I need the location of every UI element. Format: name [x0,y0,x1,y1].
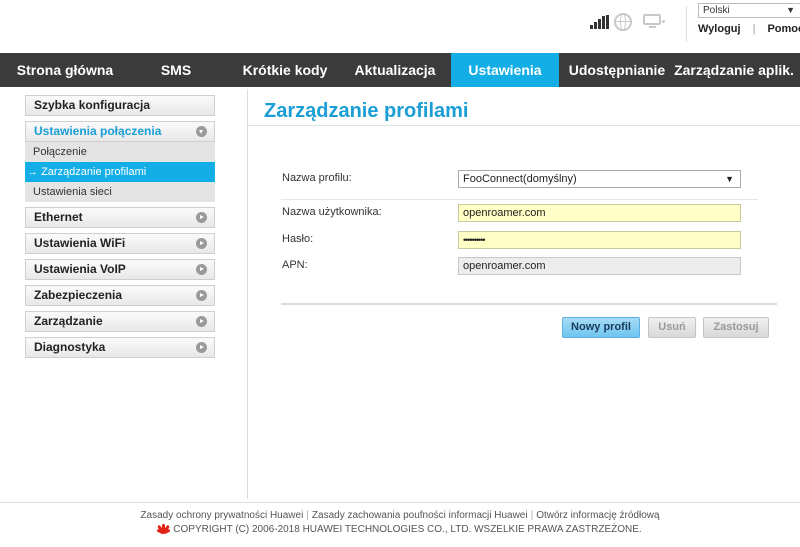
sidebar-item-wifi[interactable]: Ustawienia WiFi [25,233,215,254]
expand-icon [196,290,207,301]
new-profile-button[interactable]: Nowy profil [562,317,640,338]
divider: | [752,23,756,35]
expand-icon [196,342,207,353]
username-field[interactable]: openroamer.com [458,204,741,222]
sidebar-item-diagnostics[interactable]: Diagnostyka [25,337,215,358]
tab-sms[interactable]: SMS [148,53,204,87]
sidebar-item-label: Ustawienia VoIP [34,262,126,276]
sidebar-subitem-network-settings[interactable]: Ustawienia sieci [25,182,215,202]
tab-sharing[interactable]: Udostępnianie [564,53,670,87]
chevron-down-icon: ▼ [725,174,734,184]
copyright-text: COPYRIGHT (C) 2006-2018 HUAWEI TECHNOLOG… [173,524,642,535]
sidebar-item-label: Zabezpieczenia [34,288,123,302]
sidebar-submenu: Połączenie → Zarządzanie profilami Ustaw… [25,142,215,202]
monitor-icon [643,14,665,29]
chevron-down-icon: ▼ [786,5,795,15]
sidebar-item-ethernet[interactable]: Ethernet [25,207,215,228]
globe-icon [614,13,632,31]
sidebar-subitem-label: Zarządzanie profilami [41,166,147,178]
tab-settings[interactable]: Ustawienia [451,53,559,87]
confidentiality-policy-link[interactable]: Zasady zachowania poufności informacji H… [312,510,528,521]
sidebar-item-label: Zarządzanie [34,314,103,328]
password-field[interactable]: •••••••••• [458,231,741,249]
top-bar: Polski ▼ Wyloguj | Pomoc [0,0,800,53]
delete-button[interactable]: Usuń [648,317,696,338]
apn-label: APN: [282,259,308,271]
tab-short-codes[interactable]: Krótkie kody [236,53,334,87]
expand-icon [196,316,207,327]
password-label: Hasło: [282,233,314,245]
divider: | [530,510,534,521]
tab-app-management[interactable]: Zarządzanie aplik. [672,53,796,87]
divider [686,6,687,42]
open-source-link[interactable]: Otwórz informację źródłową [536,510,659,521]
sidebar-item-label: Diagnostyka [34,340,106,354]
sidebar-subitem-connection[interactable]: Połączenie [25,142,215,162]
apply-button[interactable]: Zastosuj [703,317,769,338]
sidebar-item-security[interactable]: Zabezpieczenia [25,285,215,306]
sidebar-subitem-profile-management[interactable]: → Zarządzanie profilami [25,162,215,182]
tab-update[interactable]: Aktualizacja [346,53,444,87]
expand-icon [196,212,207,223]
collapse-icon [196,126,207,137]
divider [0,502,800,503]
logout-link[interactable]: Wyloguj [698,23,741,35]
sidebar-item-management[interactable]: Zarządzanie [25,311,215,332]
sidebar-item-label: Ustawienia połączenia [34,124,162,138]
profile-name-select[interactable]: FooConnect(domyślny) ▼ [458,170,741,188]
apn-field: openroamer.com [458,257,741,275]
divider [281,199,758,200]
tab-home[interactable]: Strona główna [0,53,130,87]
huawei-logo-icon [156,523,171,535]
sidebar: Szybka konfiguracja Ustawienia połączeni… [25,95,215,363]
profile-name-value: FooConnect(domyślny) [463,173,577,185]
sidebar-item-label: Ethernet [34,210,83,224]
main-nav: Strona główna SMS Krótkie kody Aktualiza… [0,53,800,87]
expand-icon [196,264,207,275]
footer-links: Zasady ochrony prywatności Huawei | Zasady… [0,510,800,521]
divider: | [306,510,309,521]
privacy-policy-link[interactable]: Zasady ochrony prywatności Huawei [140,510,303,521]
sidebar-item-voip[interactable]: Ustawienia VoIP [25,259,215,280]
divider [247,89,248,499]
sidebar-item-label: Szybka konfiguracja [34,98,151,112]
help-link[interactable]: Pomoc [767,23,800,35]
sidebar-item-connection-settings[interactable]: Ustawienia połączenia [25,121,215,142]
page-title: Zarządzanie profilami [264,100,469,122]
divider [281,303,777,305]
copyright: COPYRIGHT (C) 2006-2018 HUAWEI TECHNOLOG… [0,523,800,535]
expand-icon [196,238,207,249]
language-value: Polski [703,5,730,16]
sidebar-item-quick-setup[interactable]: Szybka konfiguracja [25,95,215,116]
signal-strength-icon [590,15,610,29]
sidebar-item-label: Ustawienia WiFi [34,236,126,250]
top-links: Wyloguj | Pomoc [698,23,800,35]
divider [248,125,800,126]
profile-name-label: Nazwa profilu: [282,172,352,184]
username-label: Nazwa użytkownika: [282,206,382,218]
language-select[interactable]: Polski ▼ [698,3,800,18]
